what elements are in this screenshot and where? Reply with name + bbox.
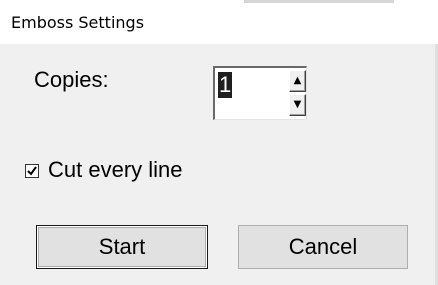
emboss-settings-dialog: Emboss Settings Copies: 1 ▲ ▼ Cut every …: [0, 0, 438, 285]
copies-value-input[interactable]: 1: [218, 72, 233, 98]
checkmark-icon: [27, 166, 37, 176]
title-bar-top-edge: [244, 0, 394, 3]
title-bar: Emboss Settings: [0, 0, 438, 44]
copies-increment-button[interactable]: ▲: [289, 70, 306, 92]
spin-down-arrow-icon: ▼: [293, 99, 302, 110]
copies-label: Copies:: [34, 67, 109, 92]
start-button[interactable]: Start: [36, 225, 208, 269]
cut-every-line-checkbox[interactable]: [25, 164, 39, 178]
spin-up-arrow-icon: ▲: [293, 75, 302, 86]
copies-decrement-button[interactable]: ▼: [289, 94, 306, 116]
window-title: Emboss Settings: [11, 13, 145, 32]
cancel-button[interactable]: Cancel: [238, 225, 408, 269]
cut-every-line-label[interactable]: Cut every line: [48, 156, 183, 184]
